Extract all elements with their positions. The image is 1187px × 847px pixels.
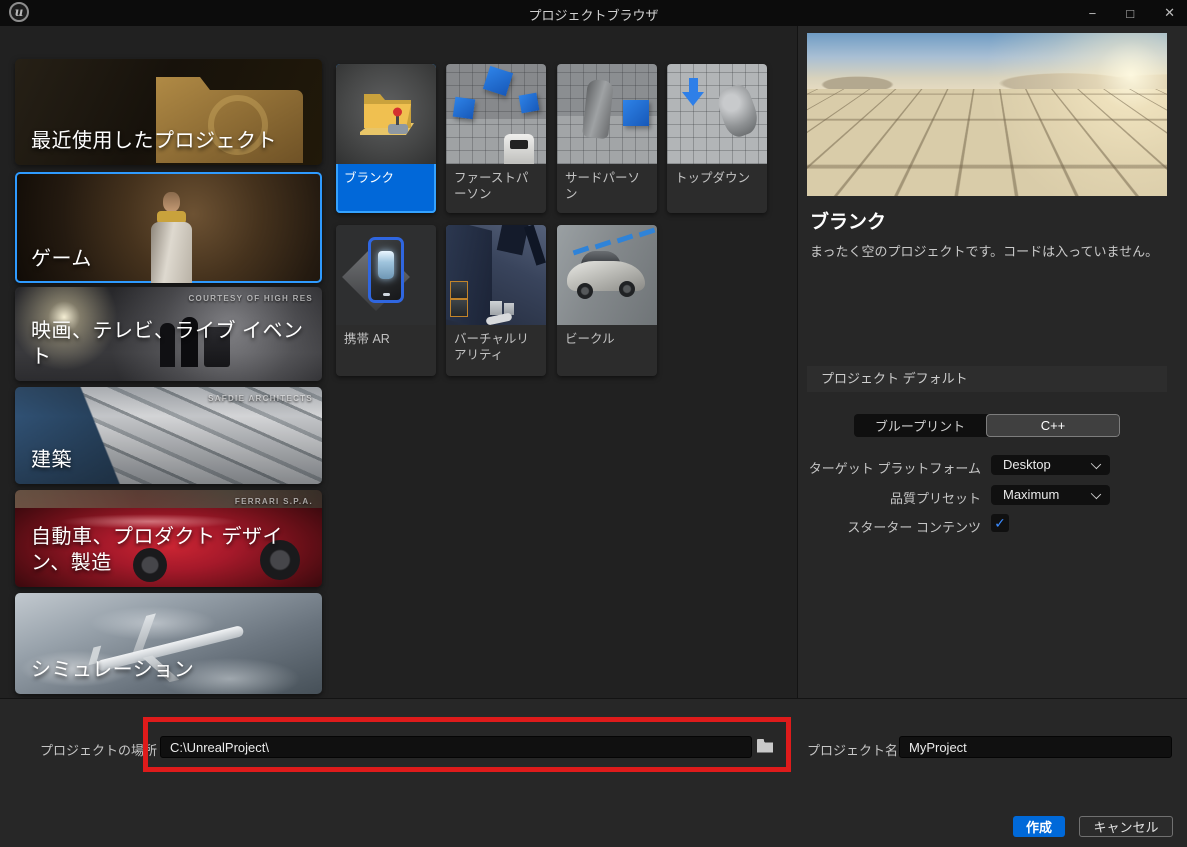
credit-badge: FERRARI S.P.A. <box>234 497 313 506</box>
template-label: ブランク <box>344 171 395 185</box>
close-icon[interactable]: ✕ <box>1164 5 1175 21</box>
sidebar-item-architecture[interactable]: SAFDIE ARCHITECTS 建築 <box>15 387 322 484</box>
project-name-label: プロジェクト名 <box>807 743 899 758</box>
vehicle-thumbnail <box>557 225 657 325</box>
sidebar-item-automotive-product-design[interactable]: FERRARI S.P.A. 自動車、プロダクト デザイン、製造 <box>15 490 322 587</box>
target-platform-dropdown[interactable]: Desktop <box>991 455 1110 475</box>
language-toggle: ブループリント C++ <box>854 414 1120 437</box>
sidebar-item-games[interactable]: ゲーム <box>15 172 322 283</box>
project-defaults-header: プロジェクト デフォルト <box>807 366 1167 392</box>
folder-icon <box>757 738 773 752</box>
chevron-down-icon <box>1090 458 1102 470</box>
create-button[interactable]: 作成 <box>1013 816 1065 837</box>
window-title: プロジェクトブラウザ <box>528 8 659 23</box>
template-label: トップダウン <box>675 171 751 185</box>
starter-content-checkbox[interactable]: ✓ <box>991 514 1009 532</box>
sidebar-item-label: 自動車、プロダクト デザイン、製造 <box>31 526 284 574</box>
minimize-icon[interactable]: − <box>1089 6 1097 21</box>
chevron-down-icon <box>1090 488 1102 500</box>
template-label: サードパーソン <box>565 171 641 202</box>
project-location-label: プロジェクトの場所 <box>40 743 158 758</box>
project-location-input[interactable] <box>160 736 752 758</box>
sidebar-item-label: ゲーム <box>31 248 92 270</box>
template-title: ブランク <box>810 212 887 233</box>
quality-preset-dropdown[interactable]: Maximum <box>991 485 1110 505</box>
blank-template-thumbnail <box>336 64 436 164</box>
project-browser-window: u プロジェクトブラウザ − □ ✕ 最近使用したプロジェクト ゲーム COUR… <box>0 0 1187 847</box>
title-bar: u プロジェクトブラウザ − □ ✕ <box>0 0 1187 26</box>
sidebar-item-film-tv-live-events[interactable]: COURTESY OF HIGH RES 映画、テレビ、ライブ イベント <box>15 287 322 381</box>
template-label: ファーストパーソン <box>454 171 529 202</box>
sidebar-item-label: シミュレーション <box>31 659 195 681</box>
credit-badge: COURTESY OF HIGH RES <box>188 294 313 303</box>
main-content: 最近使用したプロジェクト ゲーム COURTESY OF HIGH RES 映画… <box>0 26 797 698</box>
template-label: 携帯 AR <box>344 332 390 346</box>
browse-folder-button[interactable] <box>755 737 775 757</box>
first-person-thumbnail <box>446 64 546 164</box>
cancel-button[interactable]: キャンセル <box>1079 816 1173 837</box>
template-first-person[interactable]: ファーストパーソン <box>446 64 546 213</box>
template-virtual-reality[interactable]: バーチャルリアリティ <box>446 225 546 376</box>
template-label: バーチャルリアリティ <box>454 332 529 363</box>
window-controls: − □ ✕ <box>1089 0 1175 26</box>
cpp-option[interactable]: C++ <box>986 414 1120 437</box>
project-name-input[interactable] <box>899 736 1172 758</box>
handheld-ar-thumbnail <box>336 225 436 325</box>
character-art <box>163 192 180 212</box>
sidebar-item-simulation[interactable]: シミュレーション <box>15 593 322 694</box>
folder-gamepad-icon <box>360 94 414 135</box>
template-vehicle[interactable]: ビークル <box>557 225 657 376</box>
sidebar-item-recent-projects[interactable]: 最近使用したプロジェクト <box>15 59 322 165</box>
sidebar-item-label: 建築 <box>31 449 72 471</box>
top-down-thumbnail <box>667 64 767 164</box>
blueprint-option[interactable]: ブループリント <box>854 414 986 437</box>
template-blank[interactable]: ブランク <box>336 64 436 213</box>
template-third-person[interactable]: サードパーソン <box>557 64 657 213</box>
template-top-down[interactable]: トップダウン <box>667 64 767 213</box>
sidebar-item-label: 最近使用したプロジェクト <box>31 130 277 152</box>
template-preview-image <box>807 33 1167 196</box>
footer-bar: プロジェクトの場所 プロジェクト名 作成 キャンセル <box>0 698 1187 847</box>
sun-glow <box>807 33 1167 196</box>
starter-content-label: スターター コンテンツ <box>847 520 981 535</box>
virtual-reality-thumbnail <box>446 225 546 325</box>
maximize-icon[interactable]: □ <box>1126 6 1134 21</box>
template-description: まったく空のプロジェクトです。コードは入っていません。 <box>810 244 1159 259</box>
credit-badge: SAFDIE ARCHITECTS <box>208 394 313 403</box>
template-handheld-ar[interactable]: 携帯 AR <box>336 225 436 376</box>
target-platform-label: ターゲット プラットフォーム <box>808 461 981 476</box>
sidebar-item-label: 映画、テレビ、ライブ イベント <box>31 320 304 368</box>
detail-panel: ブランク まったく空のプロジェクトです。コードは入っていません。 プロジェクト … <box>797 26 1187 698</box>
quality-preset-label: 品質プリセット <box>889 491 981 506</box>
third-person-thumbnail <box>557 64 657 164</box>
template-label: ビークル <box>565 332 615 346</box>
check-icon: ✓ <box>994 515 1006 531</box>
